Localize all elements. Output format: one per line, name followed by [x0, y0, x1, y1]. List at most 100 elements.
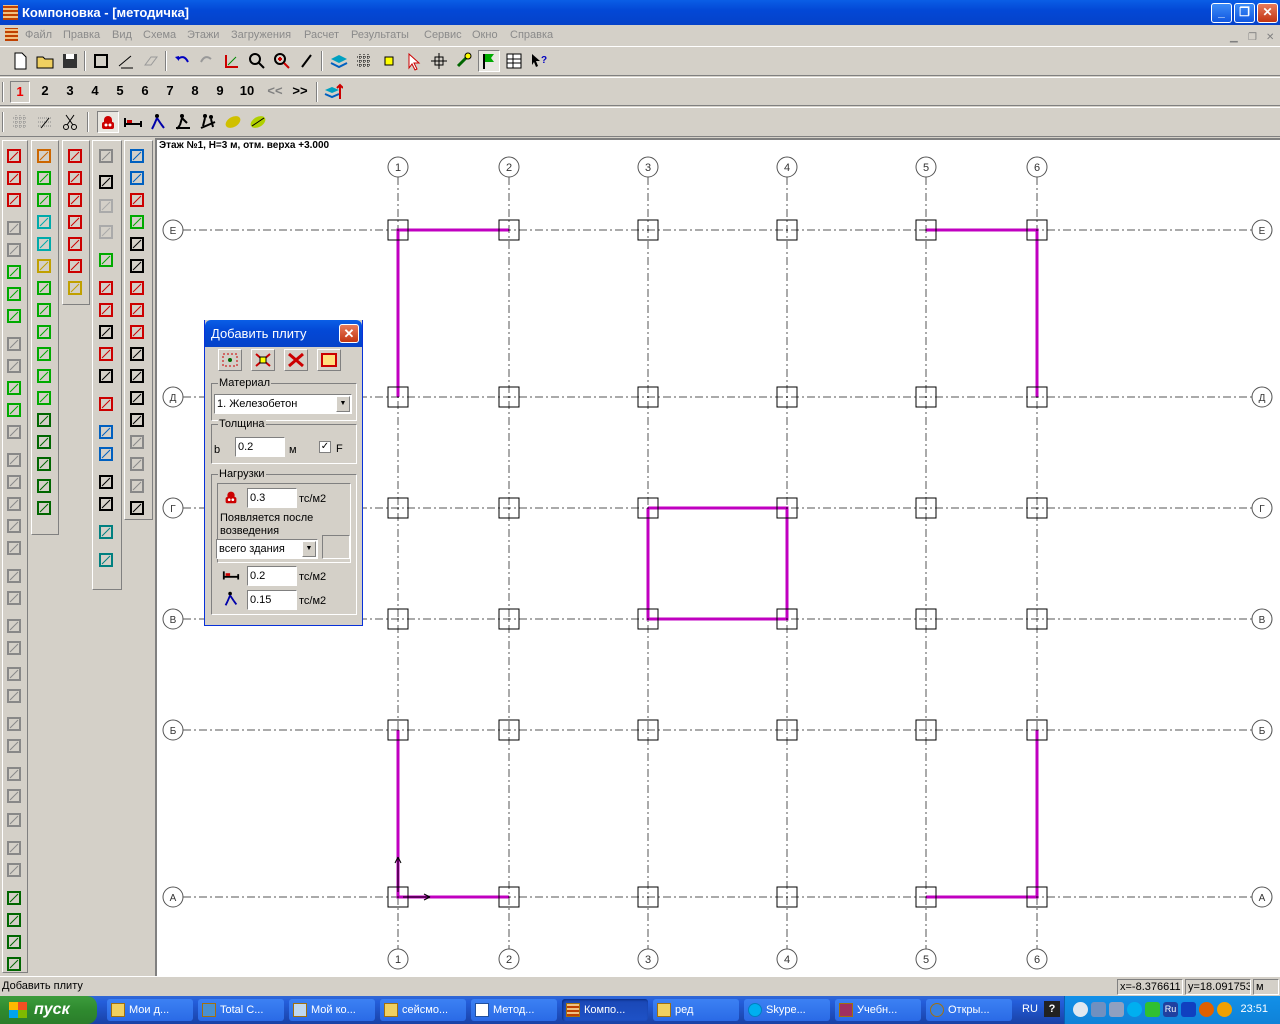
tool-icon-26[interactable] — [4, 736, 26, 756]
tool-icon-75[interactable] — [96, 522, 118, 542]
material-select[interactable]: 1. Железобетон ▼ — [214, 394, 352, 414]
flag-icon[interactable] — [478, 50, 500, 72]
task-word-document[interactable]: Метод... — [471, 999, 557, 1021]
tool-icon-52[interactable] — [34, 498, 56, 518]
tool-icon-84[interactable] — [127, 300, 149, 320]
tool-icon-19[interactable] — [4, 566, 26, 586]
mdi-minimize-icon[interactable]: ▁ — [1230, 28, 1238, 48]
menu-help[interactable]: Справка — [510, 25, 553, 45]
dialog-close-button[interactable]: ✕ — [339, 324, 359, 343]
redo-icon[interactable] — [196, 50, 218, 72]
tool-icon-37[interactable] — [34, 168, 56, 188]
mdi-restore-icon[interactable]: ❐ — [1248, 28, 1257, 48]
tool-icon-20[interactable] — [4, 588, 26, 608]
dropdown-arrow-icon[interactable]: ▼ — [302, 541, 316, 557]
tool-icon-25[interactable] — [4, 714, 26, 734]
tool-icon-18[interactable] — [4, 538, 26, 558]
tool-icon-53[interactable] — [65, 146, 87, 166]
menu-service[interactable]: Сервис — [424, 25, 462, 45]
maximize-button[interactable]: ❐ — [1234, 3, 1255, 23]
layers-icon[interactable] — [328, 50, 350, 72]
tool-icon-76[interactable] — [96, 550, 118, 570]
tool-icon-92[interactable] — [127, 476, 149, 496]
grid-dots-icon[interactable] — [9, 111, 31, 133]
document-icon[interactable] — [5, 28, 18, 41]
zoom-in-icon[interactable] — [271, 50, 293, 72]
menu-view[interactable]: Вид — [112, 25, 132, 45]
tool-icon-44[interactable] — [34, 322, 56, 342]
menu-floors[interactable]: Этажи — [187, 25, 219, 45]
tool-icon-73[interactable] — [96, 472, 118, 492]
tool-icon-36[interactable] — [34, 146, 56, 166]
short-term-load-input[interactable]: 0.15 — [247, 590, 297, 610]
tool-icon-70[interactable] — [96, 394, 118, 414]
people-load-icon[interactable] — [197, 111, 219, 133]
tool-icon-38[interactable] — [34, 190, 56, 210]
save-icon[interactable] — [59, 50, 81, 72]
tool-icon-86[interactable] — [127, 344, 149, 364]
tool-icon-77[interactable] — [127, 146, 149, 166]
tool-icon-8[interactable] — [4, 306, 26, 326]
tool-icon-60[interactable] — [96, 146, 118, 166]
tool-icon-79[interactable] — [127, 190, 149, 210]
skype-tray-icon[interactable] — [1127, 1002, 1142, 1017]
start-button[interactable]: пуск — [0, 996, 97, 1024]
tool-icon-65[interactable] — [96, 278, 118, 298]
floor-button-4[interactable]: 4 — [85, 83, 105, 98]
open-folder-icon[interactable] — [34, 50, 56, 72]
tool-icon-49[interactable] — [34, 432, 56, 452]
tool-icon-81[interactable] — [127, 234, 149, 254]
tool-icon-15[interactable] — [4, 472, 26, 492]
person-load-icon[interactable] — [147, 111, 169, 133]
tool-icon-63[interactable] — [96, 222, 118, 242]
tool-icon-61[interactable] — [96, 172, 118, 192]
task-browser[interactable]: Откры... — [926, 999, 1012, 1021]
tool-icon-30[interactable] — [4, 838, 26, 858]
frame-view-icon[interactable] — [90, 50, 112, 72]
tool-icon-21[interactable] — [4, 616, 26, 636]
pencil-grid-icon[interactable] — [115, 50, 137, 72]
tool-icon-6[interactable] — [4, 262, 26, 282]
tool-icon-43[interactable] — [34, 300, 56, 320]
f-checkbox[interactable]: ✓ — [319, 441, 331, 453]
tool-icon-3[interactable] — [4, 190, 26, 210]
slab-by-nodes-icon[interactable] — [218, 349, 242, 371]
tool-icon-24[interactable] — [4, 686, 26, 706]
menu-calc[interactable]: Расчет — [304, 25, 339, 45]
tool-icon-13[interactable] — [4, 422, 26, 442]
floor-button-5[interactable]: 5 — [110, 83, 130, 98]
media-play-icon[interactable] — [1181, 1002, 1196, 1017]
floor-button-10[interactable]: 10 — [235, 83, 259, 98]
tool-icon-88[interactable] — [127, 388, 149, 408]
tool-icon-1[interactable] — [4, 146, 26, 166]
tool-icon-40[interactable] — [34, 234, 56, 254]
tool-icon-50[interactable] — [34, 454, 56, 474]
tool-icon-93[interactable] — [127, 498, 149, 518]
slab-by-cells-icon[interactable] — [251, 349, 275, 371]
next-floors-button[interactable]: >> — [290, 83, 310, 98]
tool-icon-68[interactable] — [96, 344, 118, 364]
appears-after-select[interactable]: всего здания ▼ — [216, 539, 318, 559]
tool-icon-57[interactable] — [65, 234, 87, 254]
tool-icon-22[interactable] — [4, 638, 26, 658]
tool-icon-45[interactable] — [34, 344, 56, 364]
tool-icon-69[interactable] — [96, 366, 118, 386]
tool-icon-46[interactable] — [34, 366, 56, 386]
tool-icon-41[interactable] — [34, 256, 56, 276]
mdi-close-icon[interactable]: ✕ — [1266, 28, 1274, 48]
undo-icon[interactable] — [171, 50, 193, 72]
tool-icon-33[interactable] — [4, 910, 26, 930]
floor-button-9[interactable]: 9 — [210, 83, 230, 98]
floor-button-8[interactable]: 8 — [185, 83, 205, 98]
tool-icon-66[interactable] — [96, 300, 118, 320]
edit-pen-icon[interactable] — [296, 50, 318, 72]
tool-icon-83[interactable] — [127, 278, 149, 298]
tool-icon-74[interactable] — [96, 494, 118, 514]
floor-button-7[interactable]: 7 — [160, 83, 180, 98]
close-button[interactable]: ✕ — [1257, 3, 1278, 23]
tool-icon-32[interactable] — [4, 888, 26, 908]
tool-icon-28[interactable] — [4, 786, 26, 806]
tool-icon-64[interactable] — [96, 250, 118, 270]
tool-icon-87[interactable] — [127, 366, 149, 386]
tool-icon-48[interactable] — [34, 410, 56, 430]
